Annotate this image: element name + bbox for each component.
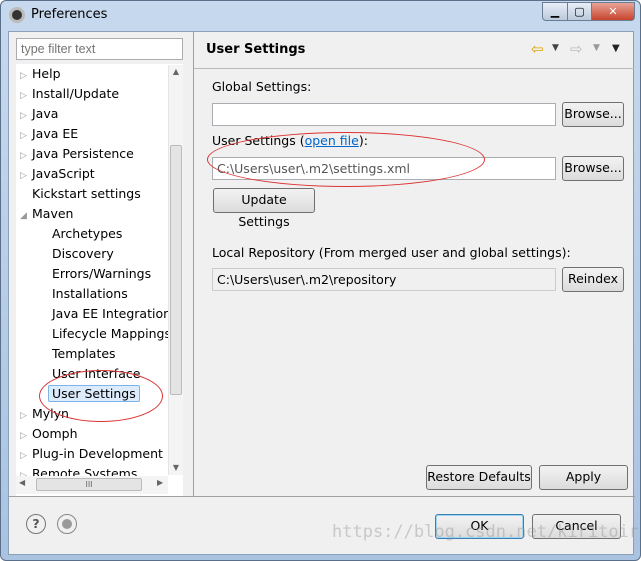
tree-item[interactable]: ◢ Maven <box>20 204 73 224</box>
collapsed-arrow-icon[interactable]: ▷ <box>20 126 32 146</box>
tree-item-label: Discovery <box>52 246 114 261</box>
back-menu-icon[interactable]: ▼ <box>552 43 559 53</box>
tree-item-label: Java <box>32 106 59 121</box>
header-divider <box>194 68 634 69</box>
scrollbar-thumb[interactable]: III <box>36 478 142 491</box>
user-browse-button[interactable]: Browse... <box>562 156 624 181</box>
tree-item[interactable]: ▷ Java <box>20 104 58 124</box>
window-title: Preferences <box>31 7 108 22</box>
tree-item[interactable]: Lifecycle Mappings <box>52 324 171 344</box>
collapsed-arrow-icon[interactable]: ▷ <box>20 146 32 166</box>
tree-item-label: Maven <box>32 206 74 221</box>
global-browse-button[interactable]: Browse... <box>562 102 624 127</box>
tree-item[interactable]: ▷ Plug-in Development <box>20 444 163 464</box>
collapsed-arrow-icon[interactable]: ▷ <box>20 426 32 446</box>
view-menu-icon[interactable]: ▼ <box>612 43 620 54</box>
tree-item-label: JavaScript <box>32 166 95 181</box>
tree-item[interactable]: ▷ Java EE <box>20 124 78 144</box>
collapsed-arrow-icon[interactable]: ▷ <box>20 66 32 86</box>
page-title: User Settings <box>206 42 306 57</box>
tree-item[interactable]: ▷ Oomph <box>20 424 78 444</box>
tree-item[interactable]: ▷ Java Persistence <box>20 144 134 164</box>
tree-item[interactable]: ▷ Help <box>20 64 61 84</box>
tree-item[interactable]: ▷ JavaScript <box>20 164 95 184</box>
watermark: https://blog.csdn.net/kiritoir <box>332 522 640 542</box>
minimize-button[interactable]: ▁ <box>542 2 568 21</box>
preferences-window: Preferences ▁ ▢ ✕ ▷Help▷Install/Update▷J… <box>0 0 641 561</box>
scrollbar-thumb[interactable] <box>170 145 182 395</box>
collapsed-arrow-icon[interactable]: ▷ <box>20 106 32 126</box>
collapsed-arrow-icon[interactable]: ▷ <box>20 166 32 186</box>
horizontal-scrollbar[interactable]: ◀ III ▶ <box>16 476 168 494</box>
forward-menu-icon[interactable]: ▼ <box>593 43 600 53</box>
tree-item[interactable]: Kickstart settings <box>20 184 141 204</box>
tree-item-label: Java EE Integration <box>52 306 172 321</box>
tree-item-label: Plug-in Development <box>32 446 163 461</box>
maximize-button[interactable]: ▢ <box>567 2 592 21</box>
tree-item-label: Install/Update <box>32 86 120 101</box>
collapsed-arrow-icon[interactable]: ▷ <box>20 86 32 106</box>
tree-item-label: Java EE <box>32 126 79 141</box>
tree-item[interactable]: Java EE Integration <box>52 304 171 324</box>
footer-divider <box>9 496 635 497</box>
collapsed-arrow-icon[interactable]: ▷ <box>20 406 32 426</box>
tree-item-label: User Interface <box>52 366 141 381</box>
reindex-button[interactable]: Reindex <box>562 267 624 292</box>
tree-item[interactable]: User Settings <box>48 384 140 404</box>
restore-defaults-button[interactable]: Restore Defaults <box>426 465 532 490</box>
apply-button[interactable]: Apply <box>539 465 628 490</box>
preference-tree: ▷ Help ▷ Install/Update ▷ Java ▷ Java EE ▷ Java P… <box>16 64 183 496</box>
vertical-scrollbar[interactable]: ▲ ▼ <box>168 65 183 475</box>
global-settings-label: Global Settings: <box>212 79 312 94</box>
tree-item[interactable]: Templates <box>52 344 116 364</box>
tree-item[interactable]: Installations <box>52 284 128 304</box>
global-settings-input[interactable] <box>212 103 556 126</box>
local-repository-input: C:\Users\user\.m2\repository <box>212 268 556 291</box>
tree-item-label: Templates <box>52 346 116 361</box>
back-arrow-icon[interactable]: ⇦ <box>531 40 544 58</box>
tree-item-label: Installations <box>52 286 128 301</box>
tree-item[interactable]: Discovery <box>52 244 114 264</box>
open-file-link[interactable]: open file <box>305 133 359 148</box>
eclipse-icon <box>9 7 25 23</box>
local-repository-label: Local Repository (From merged user and g… <box>212 245 571 260</box>
tree-item[interactable]: Archetypes <box>52 224 122 244</box>
collapsed-arrow-icon[interactable]: ▷ <box>20 446 32 466</box>
update-settings-button[interactable]: Update Settings <box>213 188 315 229</box>
tree-item[interactable]: Errors/Warnings <box>52 264 151 284</box>
forward-arrow-icon[interactable]: ⇨ <box>570 40 583 58</box>
tree-item-label: Help <box>32 66 61 81</box>
tree-item-label: Mylyn <box>32 406 69 421</box>
user-settings-label: User Settings (open file): <box>212 133 368 148</box>
expanded-arrow-icon[interactable]: ◢ <box>20 206 32 226</box>
tree-item-label: Kickstart settings <box>32 186 141 201</box>
tree-item[interactable]: User Interface <box>52 364 140 384</box>
user-settings-label-suffix: ): <box>358 133 368 148</box>
tree-item-label: Archetypes <box>52 226 123 241</box>
tree-item-label: Oomph <box>32 426 78 441</box>
tree-item-label: Lifecycle Mappings <box>52 326 171 341</box>
tree-item[interactable]: ▷ Install/Update <box>20 84 119 104</box>
filter-input[interactable] <box>16 38 183 60</box>
dialog-client: ▷Help▷Install/Update▷Java▷Java EE▷Java P… <box>8 31 639 555</box>
help-icon[interactable]: ? <box>26 514 46 534</box>
user-settings-input[interactable]: C:\Users\user\.m2\settings.xml <box>212 157 556 180</box>
tree-item-label: Errors/Warnings <box>52 266 152 281</box>
tree-item-label: User Settings <box>48 385 140 402</box>
close-button[interactable]: ✕ <box>591 2 635 21</box>
record-macro-icon[interactable] <box>57 514 77 534</box>
user-settings-label-text: User Settings ( <box>212 133 305 148</box>
splitter[interactable] <box>193 32 194 497</box>
tree-item-label: Java Persistence <box>32 146 134 161</box>
tree-item[interactable]: ▷ Mylyn <box>20 404 69 424</box>
